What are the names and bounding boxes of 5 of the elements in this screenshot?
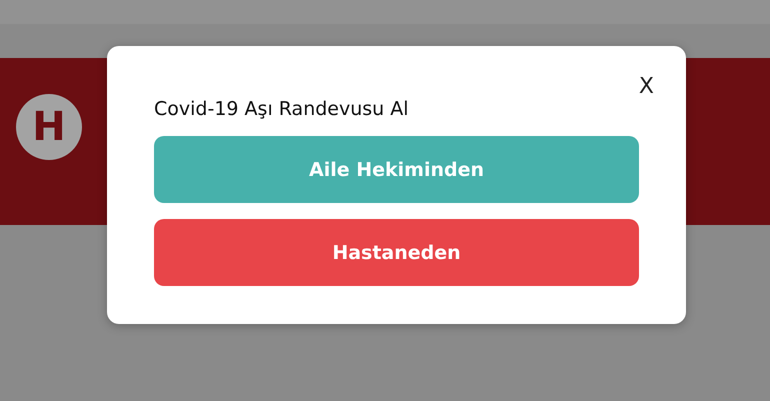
option-button[interactable]: Aile Hekiminden [154, 136, 639, 203]
close-button[interactable]: X [638, 74, 654, 99]
dialog-title: Covid-19 Aşı Randevusu Al [154, 98, 409, 120]
hospital-logo: H [16, 94, 82, 160]
option-button[interactable]: Hastaneden [154, 219, 639, 286]
